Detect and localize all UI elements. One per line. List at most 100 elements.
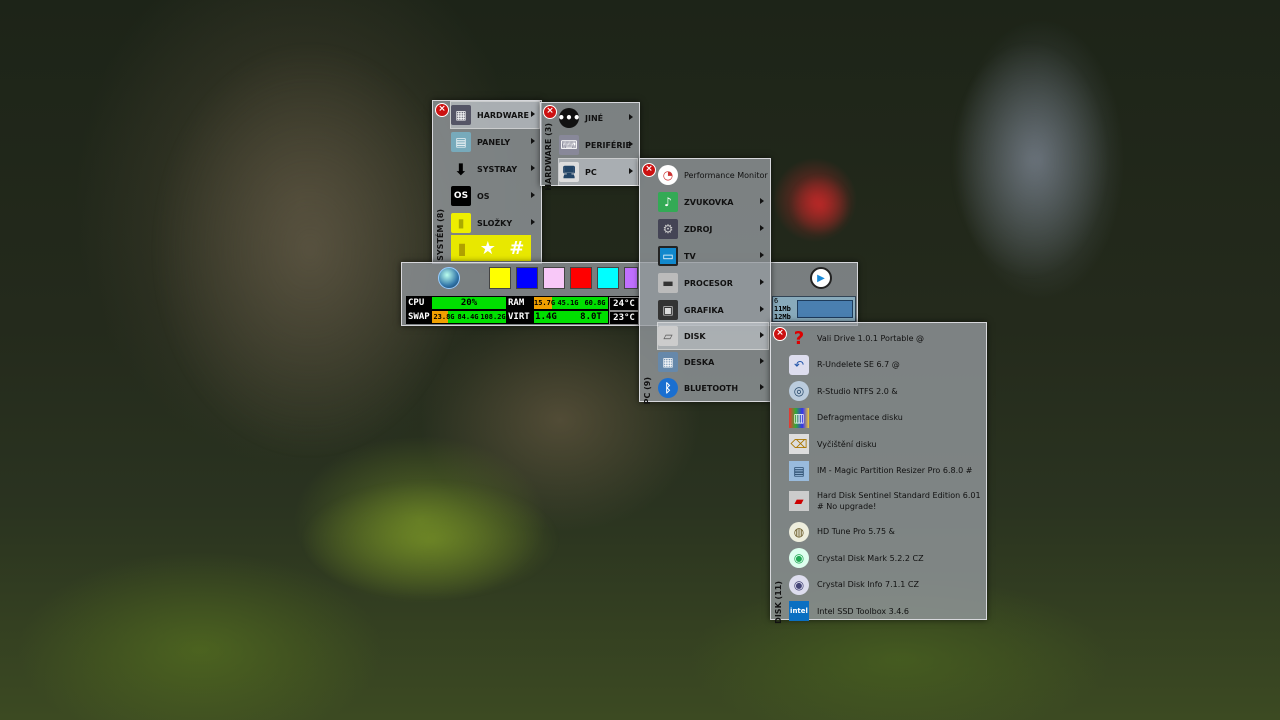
net-line-2: 11Mb	[774, 305, 791, 313]
hardware-item-other[interactable]: ••• JINÉ	[558, 105, 637, 131]
hardware-item-pc[interactable]: 🖥 PC	[558, 158, 638, 186]
chevron-right-icon	[531, 219, 535, 225]
pc-item-bluetooth[interactable]: ᛒ BLUETOOTH	[658, 375, 768, 401]
system-item-systray[interactable]: ⬇ SYSTRAY	[451, 156, 539, 182]
disk-item-label: IM - Magic Partition Resizer Pro 6.8.0 #	[817, 466, 973, 475]
os-icon: OS	[451, 186, 471, 206]
disk-item-r-undelete[interactable]: ↶ R-Undelete SE 6.7 @	[789, 352, 982, 378]
ram-temp: 24°C	[609, 297, 639, 311]
help-icon: ?	[793, 327, 805, 349]
pc-item-power-supply[interactable]: ⚙ ZDROJ	[658, 216, 768, 242]
star-icon[interactable]: ★	[480, 238, 496, 259]
disk-item-label: Vali Drive 1.0.1 Portable @	[817, 333, 925, 343]
pc-item-label: PROCESOR	[684, 278, 733, 288]
virt-label: VIRT	[508, 312, 530, 322]
pc-item-label: GRAFIKA	[684, 305, 724, 315]
crystal-disk-info-icon: ◉	[789, 574, 809, 595]
pc-item-cpu[interactable]: ▬ PROCESOR	[658, 270, 768, 296]
pc-item-motherboard[interactable]: ▦ DESKA	[658, 349, 768, 375]
ram-used: 15.7G	[534, 299, 556, 307]
virt-temp: 23°C	[609, 311, 639, 325]
disk-item-label: R-Studio NTFS 2.0 &	[817, 386, 898, 396]
disk-item-defrag[interactable]: ▥ Defragmentace disku	[789, 405, 982, 431]
system-item-os[interactable]: OS OS	[451, 183, 539, 209]
tv-icon: ▭	[658, 246, 678, 266]
disk-item-intel-ssd[interactable]: intel Intel SSD Toolbox 3.4.6	[789, 598, 982, 624]
chevron-right-icon	[629, 114, 633, 120]
pc-close-button[interactable]: ×	[642, 163, 656, 177]
defrag-icon: ▥	[789, 407, 809, 428]
pc-icon: 🖥	[559, 162, 579, 182]
disk-item-label: Crystal Disk Mark 5.2.2 CZ	[817, 553, 924, 563]
system-item-panels[interactable]: ▤ PANELY	[451, 129, 539, 155]
swap-b: 84.4G	[457, 313, 479, 321]
chevron-right-icon	[760, 384, 764, 390]
pc-item-label: ZDROJ	[684, 224, 713, 234]
system-item-label: HARDWARE	[477, 110, 529, 120]
disk-item-label: Crystal Disk Info 7.1.1 CZ	[817, 580, 919, 589]
disk-item-r-studio[interactable]: ◎ R-Studio NTFS 2.0 &	[789, 378, 982, 404]
hardware-close-button[interactable]: ×	[543, 105, 557, 119]
folder-icon[interactable]: ▮	[458, 239, 467, 258]
color-swatch-red[interactable]	[570, 267, 592, 289]
disk-item-partition-resizer[interactable]: ▤ IM - Magic Partition Resizer Pro 6.8.0…	[789, 458, 982, 484]
swap-c: 108.2G	[480, 313, 506, 321]
intel-icon: intel	[789, 601, 809, 621]
disk-item-label: Intel SSD Toolbox 3.4.6	[817, 606, 910, 616]
disk-icon: ▱	[658, 326, 678, 346]
peripherals-icon: ⌨	[559, 135, 579, 155]
disk-item-label: Vyčištění disku	[817, 439, 877, 449]
color-swatch-yellow[interactable]	[489, 267, 511, 289]
chevron-right-icon	[760, 279, 764, 285]
disk-item-label: Defragmentace disku	[817, 413, 903, 422]
chevron-right-icon	[760, 332, 764, 338]
pc-panel: × PC (9) ◔ Performance Monitor ♪ ZVUKOVK…	[639, 158, 771, 404]
system-bottom-bar: ▮ ★ #	[451, 235, 531, 261]
cpu-icon: ▬	[658, 273, 678, 293]
hardware-icon: ▦	[451, 105, 471, 125]
pc-item-graphics[interactable]: ▣ GRAFIKA	[658, 297, 768, 323]
swap-label: SWAP	[408, 312, 430, 322]
chevron-right-icon	[760, 198, 764, 204]
hardware-item-label: PC	[585, 167, 597, 177]
disk-item-crystal-disk-info[interactable]: ◉ Crystal Disk Info 7.1.1 CZ	[789, 572, 982, 598]
wallpaper-flower	[790, 175, 850, 235]
disk-item-hd-tune[interactable]: ◍ HD Tune Pro 5.75 &	[789, 519, 982, 545]
color-swatch-blue[interactable]	[516, 267, 538, 289]
pc-item-performance-monitor[interactable]: ◔ Performance Monitor	[658, 162, 768, 188]
power-supply-icon: ⚙	[658, 219, 678, 239]
disk-item-crystal-disk-mark[interactable]: ◉ Crystal Disk Mark 5.2.2 CZ	[789, 545, 982, 571]
disk-item-label: HD Tune Pro 5.75 &	[817, 527, 895, 536]
ram-label: RAM	[508, 298, 525, 308]
disk-item-vali-drive[interactable]: ? Vali Drive 1.0.1 Portable @	[789, 325, 982, 351]
partition-icon: ▤	[789, 460, 809, 481]
net-line-1: 6	[774, 297, 779, 305]
cpu-percent: 20%	[460, 298, 478, 308]
cpu-label: CPU	[408, 298, 425, 308]
motherboard-icon: ▦	[658, 352, 678, 372]
hardware-panel-title: HARDWARE (3)	[544, 123, 553, 191]
color-swatch-cyan[interactable]	[597, 267, 619, 289]
color-swatch-pink[interactable]	[543, 267, 565, 289]
ram-total: 60.8G	[584, 299, 606, 307]
pc-item-sound-card[interactable]: ♪ ZVUKOVKA	[658, 189, 768, 215]
chevron-right-icon	[629, 168, 633, 174]
disk-close-button[interactable]: ×	[773, 327, 787, 341]
start-orb-icon[interactable]	[438, 267, 460, 289]
pc-item-label: DISK	[684, 331, 706, 341]
system-item-hardware[interactable]: ▦ HARDWARE	[450, 101, 540, 129]
system-close-button[interactable]: ×	[435, 103, 449, 117]
media-player-icon[interactable]: ▶	[810, 267, 832, 289]
disk-item-disk-cleanup[interactable]: ⌫ Vyčištění disku	[789, 431, 982, 457]
system-item-label: SLOŽKY	[477, 218, 513, 228]
hash-icon[interactable]: #	[509, 238, 524, 259]
color-swatch-purple[interactable]	[624, 267, 638, 289]
hd-tune-icon: ◍	[789, 521, 809, 542]
disk-item-hd-sentinel[interactable]: ▰ Hard Disk Sentinel Standard Edition 6.…	[789, 484, 982, 518]
sound-card-icon: ♪	[658, 192, 678, 212]
disk-panel-title: DISK (11)	[774, 581, 783, 624]
pc-item-disk[interactable]: ▱ DISK	[657, 322, 769, 350]
system-item-folders[interactable]: ▮ SLOŽKY	[451, 210, 539, 236]
hardware-item-peripherals[interactable]: ⌨ PERIFÉRIE	[559, 132, 637, 158]
pc-item-tv[interactable]: ▭ TV	[658, 243, 768, 269]
